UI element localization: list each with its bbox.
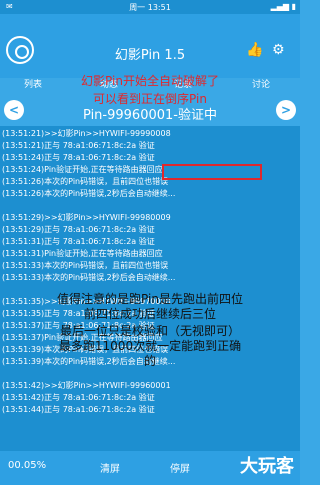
gear-icon[interactable]: ⚙ — [272, 42, 285, 58]
status-left: ✉ — [6, 2, 13, 11]
status-icons: ▂▄▆ ▮ — [270, 2, 296, 11]
log-line: (13:51:33)本次的Pin码错误，且前四位也错误 — [2, 261, 169, 270]
watermark: 大玩客 — [240, 456, 294, 477]
stop-button[interactable]: 停屏 — [170, 460, 190, 475]
log-line: (13:51:31)正与 78:a1:06:71:8c:2a 验证 — [2, 237, 155, 246]
highlight-box — [162, 164, 262, 180]
status-time: 周一 13:51 — [129, 3, 171, 12]
overlay-text-2: 前四位成功后继续后三位 — [83, 307, 216, 321]
log-line: (13:51:21)>>幻影Pin>>HYWIFI-99990008 — [2, 129, 171, 138]
log-line: (13:51:42)正与 78:a1:06:71:8c:2a 验证 — [2, 393, 155, 402]
log-line: (13:51:26)本次的Pin码错误,2秒后会自动继续... — [2, 189, 176, 198]
log-line: (13:51:21)正与 78:a1:06:71:8c:2a 验证 — [2, 141, 155, 150]
progress-percent: 00.05% — [8, 460, 47, 471]
annotation-line-1: 幻影Pin开始全自动破解了 — [81, 74, 219, 88]
thumbs-up-icon[interactable]: 👍 — [246, 42, 263, 58]
log-line: (13:51:42)>>幻影Pin>>HYWIFI-99960001 — [2, 381, 171, 390]
log-line: (13:51:24)Pin验证开始,正在等待路由器回应 — [2, 165, 163, 174]
log-line: (13:51:24)正与 78:a1:06:71:8c:2a 验证 — [2, 153, 155, 162]
log-line: (13:51:29)正与 78:a1:06:71:8c:2a 验证 — [2, 225, 155, 234]
status-bar: 周一 13:51 ▂▄▆ ▮ ✉ — [0, 0, 300, 14]
clear-button[interactable]: 清屏 — [100, 460, 120, 475]
next-button[interactable]: > — [276, 100, 296, 120]
log-line: (13:51:44)正与 78:a1:06:71:8c:2a 验证 — [2, 405, 155, 414]
log-line: (13:51:26)本次的Pin码错误，且前四位也错误 — [2, 177, 169, 186]
log-line: (13:51:31)Pin验证开始,正在等待路由器回应 — [2, 249, 163, 258]
log-line: (13:51:29)>>幻影Pin>>HYWIFI-99980009 — [2, 213, 171, 222]
app-header: 幻影Pin 1.5 👍 ⚙ 列表 动态 记录 讨论 — [0, 14, 300, 90]
overlay-text-5: 的 — [143, 354, 156, 368]
pin-status-title: Pin-99960001-验证中 — [83, 108, 217, 123]
log-line: (13:51:33)本次的Pin码错误,2秒后会自动继续... — [2, 273, 176, 282]
